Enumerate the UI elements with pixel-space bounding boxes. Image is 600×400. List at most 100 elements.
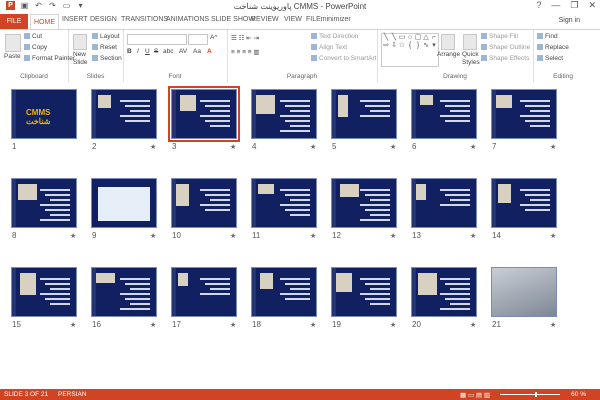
slide-thumbnail[interactable] [251,267,317,317]
more-shapes-icon[interactable]: ▾ [430,42,438,50]
italic-button[interactable]: I [137,48,139,55]
text-shadow-button[interactable]: abc [163,48,173,55]
transition-star-icon[interactable]: ★ [310,143,316,151]
slide-thumbnail[interactable] [411,178,477,228]
replace-button[interactable]: Replace [537,44,569,51]
slide-thumbnail[interactable] [11,267,77,317]
line-shape-icon[interactable]: ╲ [390,34,398,42]
transition-star-icon[interactable]: ★ [550,143,556,151]
zoom-slider[interactable] [500,392,560,397]
transition-star-icon[interactable]: ★ [230,232,236,240]
tab-view[interactable]: VIEW [284,16,302,23]
slide-thumbnail[interactable] [331,267,397,317]
quick-styles-button[interactable]: Quick [462,51,479,58]
font-family-select[interactable] [127,34,187,45]
arrow-shape-icon[interactable]: ⇩ [390,42,398,50]
align-text-button[interactable]: Align Text [311,44,347,51]
transition-star-icon[interactable]: ★ [550,232,556,240]
transition-star-icon[interactable]: ★ [70,321,76,329]
slide-thumbnail[interactable] [91,178,157,228]
transition-star-icon[interactable]: ★ [390,232,396,240]
character-spacing-button[interactable]: AV [179,48,187,55]
rounded-rect-shape-icon[interactable]: ▢ [414,34,422,42]
shapes-gallery[interactable]: ╲ ╲ ▭ ○ ▢ △ ⌐ ⇨ ⇩ ☆{} ∿ ▾ [381,33,439,67]
transition-star-icon[interactable]: ★ [310,321,316,329]
tab-slide-show[interactable]: SLIDE SHOW [211,16,255,23]
transition-star-icon[interactable]: ★ [470,143,476,151]
tab-design[interactable]: DESIGN [90,16,117,23]
transition-star-icon[interactable]: ★ [470,321,476,329]
font-color-button[interactable]: A [207,48,212,55]
tab-review[interactable]: REVIEW [251,16,279,23]
minimize-button[interactable]: — [551,0,560,11]
change-case-button[interactable]: Aa [193,48,201,55]
slide-thumbnail[interactable] [251,178,317,228]
arrange-icon[interactable] [441,34,455,50]
cut-button[interactable]: Cut [24,33,42,40]
alignment-icons[interactable]: ≡ ≡ ≡ ≡ ▥ [231,48,260,56]
oval-shape-icon[interactable]: ○ [406,34,414,42]
transition-star-icon[interactable]: ★ [310,232,316,240]
select-button[interactable]: Select [537,55,563,62]
new-slide-icon[interactable] [73,34,87,50]
zoom-slider-knob[interactable] [535,392,537,397]
tab-fileminimizer[interactable]: FILEminimizer [306,16,351,23]
transition-star-icon[interactable]: ★ [150,143,156,151]
transition-star-icon[interactable]: ★ [150,321,156,329]
transition-star-icon[interactable]: ★ [470,232,476,240]
slide-thumbnail[interactable] [491,178,557,228]
slide-thumbnail[interactable] [171,178,237,228]
slide-thumbnail[interactable] [171,267,237,317]
paste-button[interactable]: Paste [4,53,21,60]
shape-effects-button[interactable]: Shape Effects [481,55,529,62]
increase-font-icon[interactable]: A^ [210,34,217,41]
slide-thumbnail[interactable] [251,89,317,139]
bold-button[interactable]: B [127,48,132,55]
copy-button[interactable]: Copy [24,44,47,51]
view-buttons[interactable]: ▦ ▭ ▤ ▥ [460,391,490,399]
transition-star-icon[interactable]: ★ [550,321,556,329]
line-shape-icon[interactable]: ╲ [382,34,390,42]
paste-icon[interactable] [5,34,21,52]
curve-shape-icon[interactable]: ∿ [422,42,430,50]
bracket-shape-icon[interactable]: } [414,42,422,50]
tab-animations[interactable]: ANIMATIONS [166,16,209,23]
tab-insert[interactable]: INSERT [62,16,88,23]
arrange-button[interactable]: Arrange [437,51,460,58]
slide-thumbnail[interactable]: CMMS شناخت [11,89,77,139]
quick-styles-label-2[interactable]: Styles [462,59,480,66]
language-indicator[interactable]: PERSIAN [58,391,87,398]
bullets-icon[interactable]: ☰ ☷ ⇤ ⇥ [231,34,259,42]
star-shape-icon[interactable]: ☆ [398,42,406,50]
help-button[interactable]: ? [536,0,541,11]
transition-star-icon[interactable]: ★ [230,143,236,151]
new-slide-label-2[interactable]: Slide [73,59,87,66]
shape-fill-button[interactable]: Shape Fill [481,33,518,40]
arrow-shape-icon[interactable]: ⇨ [382,42,390,50]
transition-star-icon[interactable]: ★ [150,232,156,240]
transition-star-icon[interactable]: ★ [390,143,396,151]
right-angle-shape-icon[interactable]: ⌐ [430,34,438,42]
underline-button[interactable]: U [145,48,150,55]
find-button[interactable]: Find [537,33,558,40]
sign-in-link[interactable]: Sign in [559,17,580,24]
transition-star-icon[interactable]: ★ [390,321,396,329]
slide-thumbnail[interactable] [168,86,240,142]
slide-thumbnail[interactable] [331,89,397,139]
slide-thumbnail[interactable] [11,178,77,228]
slide-thumbnail[interactable] [411,89,477,139]
transition-star-icon[interactable]: ★ [70,232,76,240]
shape-outline-button[interactable]: Shape Outline [481,44,530,51]
zoom-level[interactable]: 60 % [571,391,586,398]
convert-smartart-button[interactable]: Convert to SmartArt [311,55,376,62]
slide-thumbnail[interactable] [491,89,557,139]
tab-transitions[interactable]: TRANSITIONS [121,16,168,23]
reset-button[interactable]: Reset [92,44,117,51]
slide-thumbnail[interactable] [491,267,557,317]
text-direction-button[interactable]: Text Direction [311,33,358,40]
font-size-select[interactable] [188,34,208,45]
slide-thumbnail[interactable] [331,178,397,228]
transition-star-icon[interactable]: ★ [230,321,236,329]
new-slide-label[interactable]: New [73,51,86,58]
close-button[interactable]: ✕ [588,0,596,11]
